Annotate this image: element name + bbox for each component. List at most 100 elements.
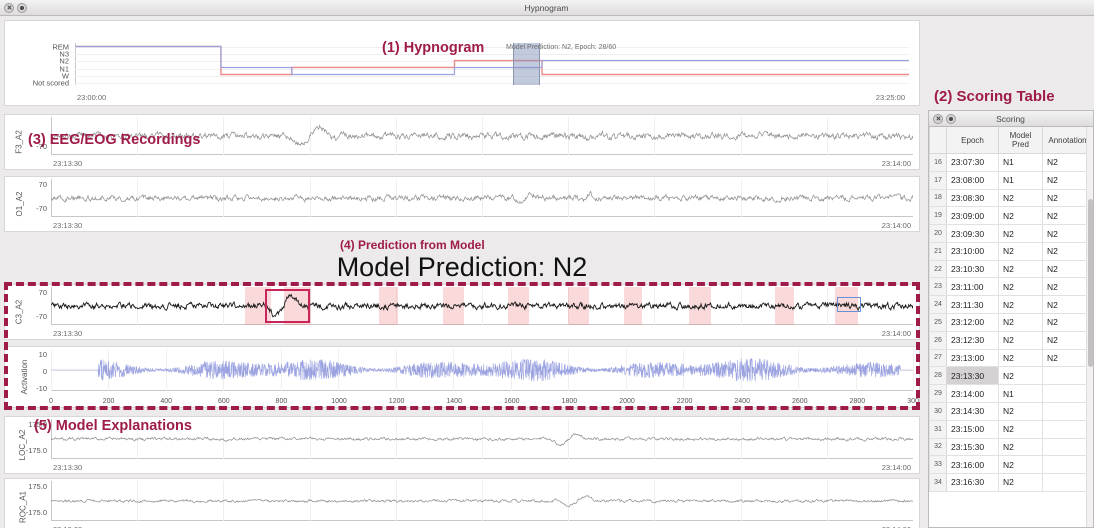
scoring-table-body[interactable]: Epoch Model Pred Annotation 16 23:07:30 N1… (929, 127, 1093, 527)
row-epoch[interactable]: 23:12:00 (946, 313, 999, 332)
channel-panel-c3a2[interactable]: C3_A2 70 -70 23:13:30 23:14:00 (4, 284, 920, 340)
row-annotation[interactable]: N2 (1042, 206, 1093, 226)
row-annotation[interactable]: N2 (1042, 153, 1093, 172)
row-annotation[interactable]: N2 (1042, 313, 1093, 332)
close-icon[interactable] (4, 2, 14, 13)
row-epoch[interactable]: 23:14:00 (946, 384, 999, 403)
row-model-pred[interactable]: N1 (998, 170, 1043, 190)
row-model-pred[interactable]: N2 (998, 241, 1043, 261)
table-row[interactable]: 23 23:11:00 N2 N2 (929, 277, 1093, 297)
scoring-col-annotation[interactable]: Annotation (1042, 127, 1093, 154)
row-model-pred[interactable]: N2 (998, 401, 1043, 421)
scoring-col-epoch[interactable]: Epoch (946, 127, 999, 154)
row-epoch[interactable]: 23:14:30 (946, 401, 999, 421)
table-row[interactable]: 30 23:14:30 N2 (929, 401, 1093, 421)
row-model-pred[interactable]: N2 (998, 206, 1043, 226)
table-row[interactable]: 27 23:13:00 N2 N2 (929, 348, 1093, 368)
table-row[interactable]: 20 23:09:30 N2 N2 (929, 224, 1093, 243)
row-model-pred[interactable]: N1 (998, 153, 1043, 172)
row-model-pred[interactable]: N2 (998, 224, 1043, 243)
scoring-rows[interactable]: 16 23:07:30 N1 N2 17 23:08:00 N1 N2 18 23:08:30 N2… (929, 153, 1093, 492)
secondary-explanation-box[interactable] (837, 296, 862, 313)
row-annotation[interactable]: N2 (1042, 241, 1093, 261)
row-epoch[interactable]: 23:09:30 (946, 224, 999, 243)
row-epoch[interactable]: 23:13:00 (946, 348, 999, 368)
minimize-icon[interactable] (17, 2, 27, 13)
row-annotation[interactable]: N2 (1042, 277, 1093, 297)
channel-panel-o1a2[interactable]: O1_A2 70 -70 23:13:30 23:14:00 (4, 176, 920, 232)
table-row[interactable]: 28 23:13:30 N2 (929, 366, 1093, 386)
table-row[interactable]: 32 23:15:30 N2 (929, 437, 1093, 457)
row-epoch[interactable]: 23:08:30 (946, 188, 999, 208)
row-epoch[interactable]: 23:16:00 (946, 455, 999, 475)
table-row[interactable]: 34 23:16:30 N2 (929, 473, 1093, 492)
row-epoch[interactable]: 23:11:00 (946, 277, 999, 297)
scoring-minimize-icon[interactable] (946, 113, 956, 124)
row-annotation[interactable]: N2 (1042, 259, 1093, 279)
row-epoch[interactable]: 23:15:30 (946, 437, 999, 457)
scoring-scrollbar[interactable] (1086, 127, 1093, 527)
table-row[interactable]: 31 23:15:00 N2 (929, 419, 1093, 439)
row-annotation[interactable]: N2 (1042, 330, 1093, 350)
table-row[interactable]: 16 23:07:30 N1 N2 (929, 153, 1093, 172)
row-model-pred[interactable]: N2 (998, 188, 1043, 208)
scoring-scrollbar-thumb[interactable] (1088, 199, 1093, 367)
table-row[interactable]: 33 23:16:00 N2 (929, 455, 1093, 475)
row-model-pred[interactable]: N2 (998, 259, 1043, 279)
row-epoch[interactable]: 23:10:00 (946, 241, 999, 261)
row-annotation[interactable]: N2 (1042, 348, 1093, 368)
row-epoch[interactable]: 23:08:00 (946, 170, 999, 190)
row-epoch[interactable]: 23:07:30 (946, 153, 999, 172)
selected-explanation-box[interactable] (264, 289, 311, 323)
activation-panel[interactable]: Activation 10 0 -10 0 200 400 600 800 1000 120… (4, 346, 920, 408)
row-epoch[interactable]: 23:13:30 (946, 366, 999, 386)
hypnogram-axes[interactable] (75, 43, 909, 85)
row-model-pred[interactable]: N2 (998, 295, 1043, 315)
scoring-table[interactable]: Epoch Model Pred Annotation 16 23:07:30 N1… (929, 127, 1093, 492)
row-annotation[interactable] (1042, 455, 1093, 475)
row-model-pred[interactable]: N2 (998, 348, 1043, 368)
hypnogram-plot[interactable]: REM N3 N2 N1 W Not scored 23:00:00 23:25:00 (5, 21, 919, 105)
row-annotation[interactable] (1042, 401, 1093, 421)
row-model-pred[interactable]: N2 (998, 455, 1043, 475)
row-model-pred[interactable]: N2 (998, 313, 1043, 332)
channel-plot-c3_a2: C3_A2 70 -70 23:13:30 23:14:00 (5, 285, 919, 339)
table-row[interactable]: 19 23:09:00 N2 N2 (929, 206, 1093, 226)
hypnogram-panel[interactable]: REM N3 N2 N1 W Not scored 23:00:00 23:25:00 (4, 20, 920, 106)
table-row[interactable]: 24 23:11:30 N2 N2 (929, 295, 1093, 315)
row-model-pred[interactable]: N2 (998, 366, 1043, 386)
row-annotation[interactable]: N2 (1042, 188, 1093, 208)
row-model-pred[interactable]: N2 (998, 437, 1043, 457)
scoring-window[interactable]: Scoring Epoch Model Pred Annotation 16 23… (928, 110, 1094, 528)
table-row[interactable]: 18 23:08:30 N2 N2 (929, 188, 1093, 208)
row-epoch[interactable]: 23:16:30 (946, 473, 999, 492)
table-row[interactable]: 26 23:12:30 N2 N2 (929, 330, 1093, 350)
table-row[interactable]: 21 23:10:00 N2 N2 (929, 241, 1093, 261)
channel-plot-o1_a2: O1_A2 70 -70 23:13:30 23:14:00 (5, 177, 919, 231)
table-row[interactable]: 22 23:10:30 N2 N2 (929, 259, 1093, 279)
row-annotation[interactable] (1042, 419, 1093, 439)
row-annotation[interactable] (1042, 437, 1093, 457)
row-annotation[interactable]: N2 (1042, 170, 1093, 190)
row-annotation[interactable]: N2 (1042, 295, 1093, 315)
table-row[interactable]: 17 23:08:00 N1 N2 (929, 170, 1093, 190)
row-model-pred[interactable]: N1 (998, 384, 1043, 403)
row-annotation[interactable]: N2 (1042, 224, 1093, 243)
row-model-pred[interactable]: N2 (998, 473, 1043, 492)
row-annotation[interactable] (1042, 384, 1093, 403)
row-epoch[interactable]: 23:12:30 (946, 330, 999, 350)
channel-panel-roca1[interactable]: ROC_A1175.0-175.023:13:3023:14:00 (4, 478, 920, 528)
table-row[interactable]: 25 23:12:00 N2 N2 (929, 313, 1093, 332)
scoring-close-icon[interactable] (933, 113, 943, 124)
row-epoch[interactable]: 23:10:30 (946, 259, 999, 279)
row-annotation[interactable] (1042, 366, 1093, 386)
row-annotation[interactable] (1042, 473, 1093, 492)
row-model-pred[interactable]: N2 (998, 419, 1043, 439)
row-epoch[interactable]: 23:15:00 (946, 419, 999, 439)
row-model-pred[interactable]: N2 (998, 330, 1043, 350)
scoring-col-model-pred[interactable]: Model Pred (998, 127, 1043, 154)
row-model-pred[interactable]: N2 (998, 277, 1043, 297)
table-row[interactable]: 29 23:14:00 N1 (929, 384, 1093, 403)
row-epoch[interactable]: 23:09:00 (946, 206, 999, 226)
row-epoch[interactable]: 23:11:30 (946, 295, 999, 315)
